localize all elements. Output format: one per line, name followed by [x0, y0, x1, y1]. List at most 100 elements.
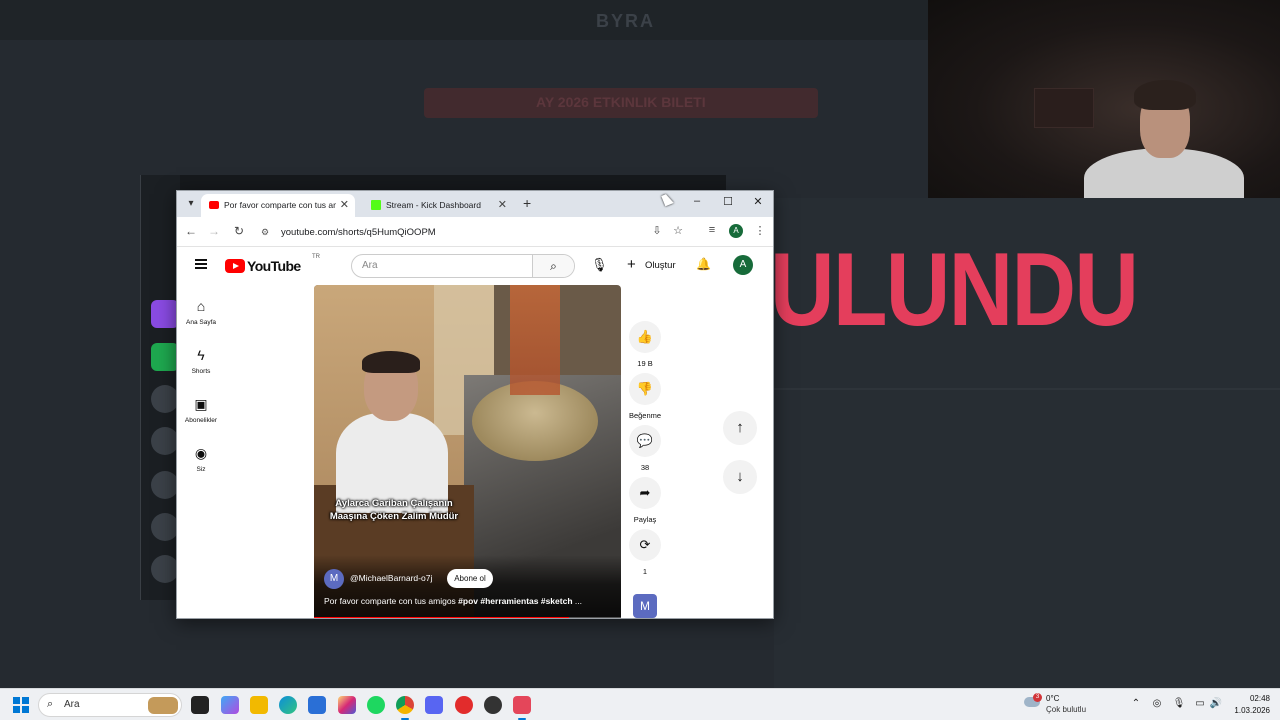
- overlay-divider: [774, 388, 1280, 390]
- dislike-icon[interactable]: 👎: [629, 373, 661, 405]
- spotify-icon[interactable]: [367, 696, 385, 714]
- browser-window: ▾ Por favor comparte con tus amigos ✕ St…: [176, 190, 774, 619]
- description-ellipsis: ...: [572, 596, 582, 606]
- comments-button[interactable]: 💬 38: [627, 425, 663, 472]
- windows-start-icon[interactable]: [13, 697, 29, 713]
- weather-condition: Çok bulutlu: [1046, 705, 1087, 714]
- install-app-icon[interactable]: ⇩: [649, 224, 665, 237]
- maximize-icon[interactable]: ☐: [718, 195, 738, 208]
- notifications-bell-icon[interactable]: 🔔: [696, 257, 711, 271]
- subscribe-button[interactable]: Abone ol: [447, 569, 493, 588]
- clock-date: 1.03.2026: [1234, 706, 1270, 715]
- tab-youtube[interactable]: Por favor comparte con tus amigos ✕: [201, 194, 355, 217]
- create-button[interactable]: + Oluştur: [623, 255, 681, 277]
- comment-icon[interactable]: 💬: [629, 425, 661, 457]
- search-icon[interactable]: ⌕: [532, 255, 574, 277]
- comment-count: 38: [640, 463, 650, 472]
- volume-icon[interactable]: 🔊: [1209, 698, 1223, 709]
- file-explorer-icon[interactable]: [250, 696, 268, 714]
- video-progress-bar[interactable]: [314, 617, 621, 618]
- obs-icon[interactable]: [484, 696, 502, 714]
- background-banner-text: AY 2026 ETKINLIK BILETI: [536, 94, 706, 110]
- description-hashtags[interactable]: #pov #herramientas #sketch: [458, 596, 572, 606]
- video-scene-tool: [510, 285, 560, 395]
- minimize-icon[interactable]: –: [687, 195, 707, 207]
- weather-widget[interactable]: 3 0°C Çok bulutlu: [1024, 693, 1124, 717]
- youtube-favicon-icon: [209, 201, 219, 209]
- browser-toolbar: ← → ↻ ⚙ youtube.com/shorts/q5HumQiOOPM ⇩…: [177, 217, 773, 247]
- like-button[interactable]: 👍 19 B: [627, 321, 663, 368]
- search-box[interactable]: Ara ⌕: [351, 254, 575, 278]
- webcam-person-hair: [1134, 80, 1196, 110]
- sidebar-item-shorts[interactable]: ϟ Shorts: [179, 347, 223, 375]
- temperature: 0°C: [1046, 694, 1060, 703]
- channel-thumbnail[interactable]: M: [633, 594, 657, 618]
- sidebar-item-subscriptions[interactable]: ▣ Abonelikler: [179, 396, 223, 424]
- search-highlight-image: [148, 697, 178, 714]
- app-icon[interactable]: [455, 696, 473, 714]
- bookmark-star-icon[interactable]: ☆: [670, 224, 686, 237]
- chrome-icon[interactable]: [396, 696, 414, 720]
- sidebar-item-home[interactable]: ⌂ Ana Sayfa: [179, 298, 223, 326]
- sidebar-item-you[interactable]: ◉ Siz: [179, 445, 223, 473]
- clock-time: 02:48: [1249, 694, 1270, 703]
- new-tab-button[interactable]: +: [523, 195, 531, 211]
- task-view-icon[interactable]: [191, 696, 209, 714]
- share-button[interactable]: ➦ Paylaş: [627, 477, 663, 524]
- media-controls-icon[interactable]: ≡: [704, 224, 720, 236]
- close-tab-icon[interactable]: ✕: [340, 194, 349, 217]
- close-window-icon[interactable]: ✕: [748, 195, 768, 208]
- instagram-icon[interactable]: [338, 696, 356, 714]
- youtube-header: YouTube TR Ara ⌕ 🎙 + Oluştur 🔔 A: [177, 247, 773, 285]
- next-short-down-arrow-icon[interactable]: ↓: [723, 460, 757, 494]
- video-caption: Aylarca Gariban Çalışanın Maaşına Çöken …: [329, 498, 459, 522]
- copilot-icon[interactable]: [221, 696, 239, 714]
- close-tab-icon[interactable]: ✕: [498, 194, 507, 217]
- sidebar-item-label: Siz: [196, 466, 206, 473]
- home-icon: ⌂: [196, 298, 206, 314]
- app-icon[interactable]: [513, 696, 531, 720]
- site-info-icon[interactable]: ⚙: [261, 222, 269, 243]
- taskbar-search-placeholder: Ara: [64, 699, 80, 710]
- dislike-button[interactable]: 👎 Beğenme: [627, 373, 663, 420]
- forward-icon[interactable]: →: [206, 224, 222, 238]
- person-hair: [362, 351, 420, 373]
- youtube-logo-text: YouTube: [247, 258, 301, 274]
- chevron-up-icon[interactable]: ⌃: [1129, 698, 1143, 709]
- tab-search-dropdown-icon[interactable]: ▾: [183, 196, 199, 212]
- tab-kick-dashboard[interactable]: Stream - Kick Dashboard ✕: [363, 194, 513, 217]
- back-icon[interactable]: ←: [183, 224, 199, 238]
- channel-avatar[interactable]: M: [324, 569, 344, 589]
- previous-short-up-arrow-icon[interactable]: ↑: [723, 411, 757, 445]
- remix-icon[interactable]: ⟳: [629, 529, 661, 561]
- like-icon[interactable]: 👍: [629, 321, 661, 353]
- address-bar[interactable]: ⚙ youtube.com/shorts/q5HumQiOOPM: [257, 222, 647, 243]
- sidebar-item-label: Abonelikler: [184, 417, 218, 424]
- browser-menu-icon[interactable]: ⋮: [752, 224, 768, 237]
- microphone-icon[interactable]: 🎙: [1172, 698, 1186, 709]
- webcam-overlay: [928, 0, 1280, 198]
- search-icon: ⌕: [47, 698, 54, 710]
- share-icon[interactable]: ➦: [629, 477, 661, 509]
- background-avatar: [151, 471, 179, 499]
- network-icon[interactable]: ◎: [1150, 698, 1164, 709]
- background-avatar: [151, 513, 179, 541]
- reload-icon[interactable]: ↻: [231, 224, 247, 238]
- display-icon[interactable]: ▭: [1193, 698, 1207, 709]
- youtube-account-avatar[interactable]: A: [733, 255, 753, 275]
- shorts-video-player[interactable]: Aylarca Gariban Çalışanın Maaşına Çöken …: [314, 285, 621, 618]
- system-clock[interactable]: 02:48 1.03.2026: [1222, 693, 1270, 717]
- taskbar-search-box[interactable]: ⌕ Ara: [38, 693, 182, 717]
- store-icon[interactable]: [308, 696, 326, 714]
- channel-name[interactable]: @MichaelBarnard-o7j: [350, 573, 432, 583]
- menu-icon[interactable]: [195, 259, 207, 269]
- background-avatar: [151, 555, 179, 583]
- discord-icon[interactable]: [425, 696, 443, 714]
- microphone-icon[interactable]: 🎙: [591, 257, 608, 273]
- taskbar: ⌕ Ara 3 0°C Çok bulutlu ⌃ ◎ 🎙 ▭ 🔊 02:48 …: [0, 688, 1280, 720]
- edge-icon[interactable]: [279, 696, 297, 714]
- video-description[interactable]: Por favor comparte con tus amigos #pov #…: [324, 596, 614, 606]
- background-brand: BYRA: [596, 11, 656, 31]
- browser-profile-avatar[interactable]: A: [729, 224, 743, 238]
- remix-button[interactable]: ⟳ 1: [627, 529, 663, 576]
